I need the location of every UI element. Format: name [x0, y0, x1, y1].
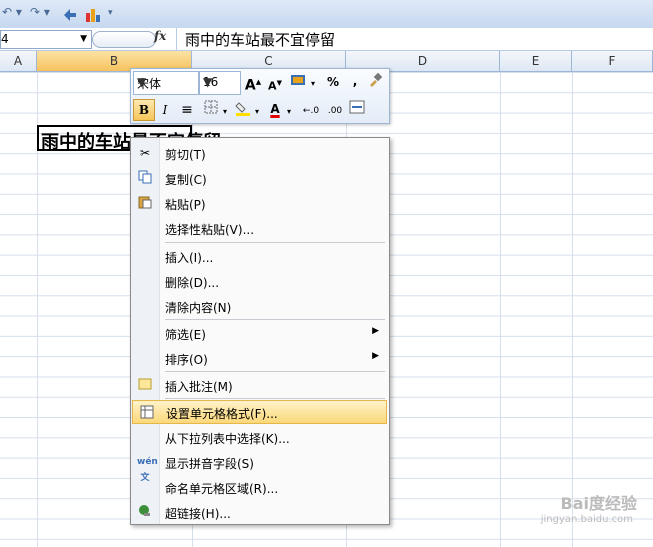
increase-decimal-icon[interactable]: ←.0	[301, 101, 321, 121]
merge-center-icon[interactable]	[347, 100, 367, 120]
formula-content: 雨中的车站最不宜停留	[185, 31, 336, 49]
menu-item-format-cells[interactable]: 设置单元格格式(F)...	[132, 400, 387, 424]
menu-separator	[165, 242, 385, 243]
customize-qat-icon[interactable]: ▾	[108, 8, 113, 26]
comma-style-button[interactable]: ,	[345, 71, 365, 91]
watermark-logo: Bai度经验	[560, 494, 637, 513]
menu-item-insert-comment[interactable]: 插入批注(M)	[131, 373, 387, 397]
comment-icon	[137, 377, 153, 393]
menu-item-show-phonetic[interactable]: wén 文 显示拼音字段(S)	[131, 450, 387, 483]
format-painter-icon[interactable]	[365, 72, 385, 92]
column-header-e[interactable]: E	[500, 51, 572, 71]
copy-icon	[137, 170, 153, 186]
font-size-select[interactable]: 16 ▼	[199, 71, 241, 95]
menu-item-delete[interactable]: 删除(D)...	[131, 269, 387, 293]
submenu-arrow-icon: ▶	[372, 326, 379, 336]
column-header-f[interactable]: F	[572, 51, 653, 71]
redo-icon[interactable]: ↷ ▾	[30, 5, 50, 23]
italic-button[interactable]: I	[155, 100, 175, 120]
menu-item-insert[interactable]: 插入(I)...	[131, 244, 387, 268]
percent-style-button[interactable]: %	[323, 72, 343, 92]
borders-icon[interactable]	[201, 100, 221, 120]
chevron-down-icon[interactable]: ▾	[255, 107, 259, 116]
hyperlink-icon	[137, 504, 153, 520]
menu-item-sort[interactable]: 排序(O) ▶	[131, 346, 387, 370]
menu-item-define-name[interactable]: 命名单元格区域(R)...	[131, 475, 387, 499]
decrease-decimal-icon[interactable]: .00	[325, 101, 345, 121]
name-box[interactable]: 4 ▼	[0, 30, 92, 49]
watermark-url: jingyan.baidu.com	[540, 514, 633, 525]
grid-line	[572, 72, 573, 547]
menu-item-hyperlink[interactable]: 超链接(H)...	[131, 500, 387, 524]
paste-icon	[137, 195, 153, 211]
scissors-icon: ✂	[139, 146, 151, 160]
font-name-select[interactable]: 宋体 ▼	[133, 71, 199, 95]
phonetic-icon: wén 文	[137, 457, 158, 483]
chevron-down-icon[interactable]: ▼	[203, 75, 238, 89]
menu-item-paste-special[interactable]: 选择性粘贴(V)...	[131, 216, 387, 240]
chevron-down-icon[interactable]: ▾	[287, 107, 291, 116]
grid-line	[500, 72, 501, 547]
menu-item-filter[interactable]: 筛选(E) ▶	[131, 321, 387, 345]
formula-bar: 4 ▼ fx 雨中的车站最不宜停留	[0, 28, 653, 51]
center-align-icon[interactable]: ≡	[177, 100, 197, 120]
formula-input[interactable]: 雨中的车站最不宜停留	[176, 28, 653, 50]
formula-bar-oval[interactable]	[92, 31, 156, 48]
grow-font-button[interactable]: A▲	[243, 72, 263, 94]
menu-item-paste[interactable]: 粘贴(P)	[131, 191, 387, 215]
menu-separator	[165, 398, 385, 399]
formula-controls: fx	[92, 29, 174, 48]
sort-icon[interactable]	[62, 5, 82, 23]
chart-icon[interactable]	[84, 5, 106, 23]
shrink-font-button[interactable]: A▼	[265, 73, 285, 93]
undo-icon[interactable]: ↶ ▾	[2, 5, 22, 23]
submenu-arrow-icon: ▶	[372, 351, 379, 361]
menu-item-clear-contents[interactable]: 清除内容(N)	[131, 294, 387, 318]
insert-function-button[interactable]: fx	[154, 29, 166, 43]
chevron-down-icon[interactable]: ▾	[311, 79, 315, 88]
menu-item-pick-from-list[interactable]: 从下拉列表中选择(K)...	[131, 425, 387, 449]
chevron-down-icon[interactable]: ▾	[223, 107, 227, 116]
quick-access-toolbar: ↶ ▾ ↷ ▾ ▾	[0, 0, 653, 29]
format-cells-icon	[139, 405, 155, 421]
accounting-format-button[interactable]	[289, 72, 309, 92]
menu-separator	[165, 371, 385, 372]
column-header-a[interactable]: A	[0, 51, 37, 71]
chevron-down-icon[interactable]: ▼	[80, 31, 87, 48]
menu-item-copy[interactable]: 复制(C)	[131, 166, 387, 190]
chevron-down-icon[interactable]: ▼	[137, 75, 196, 89]
font-color-button[interactable]: A	[265, 99, 285, 119]
menu-separator	[165, 319, 385, 320]
context-menu: ✂ 剪切(T) 复制(C) 粘贴(P) 选择性粘贴(V)... 插入(I)...…	[130, 137, 390, 525]
menu-item-cut[interactable]: ✂ 剪切(T)	[131, 141, 387, 165]
name-box-value: 4	[1, 32, 9, 46]
fill-color-icon[interactable]	[233, 100, 253, 120]
mini-toolbar: 宋体 ▼ 16 ▼ A▲ A▼ ▾ % , B I ≡ ▾ ▾ A ▾ ←.0 …	[130, 68, 390, 124]
bold-button[interactable]: B	[133, 99, 155, 121]
